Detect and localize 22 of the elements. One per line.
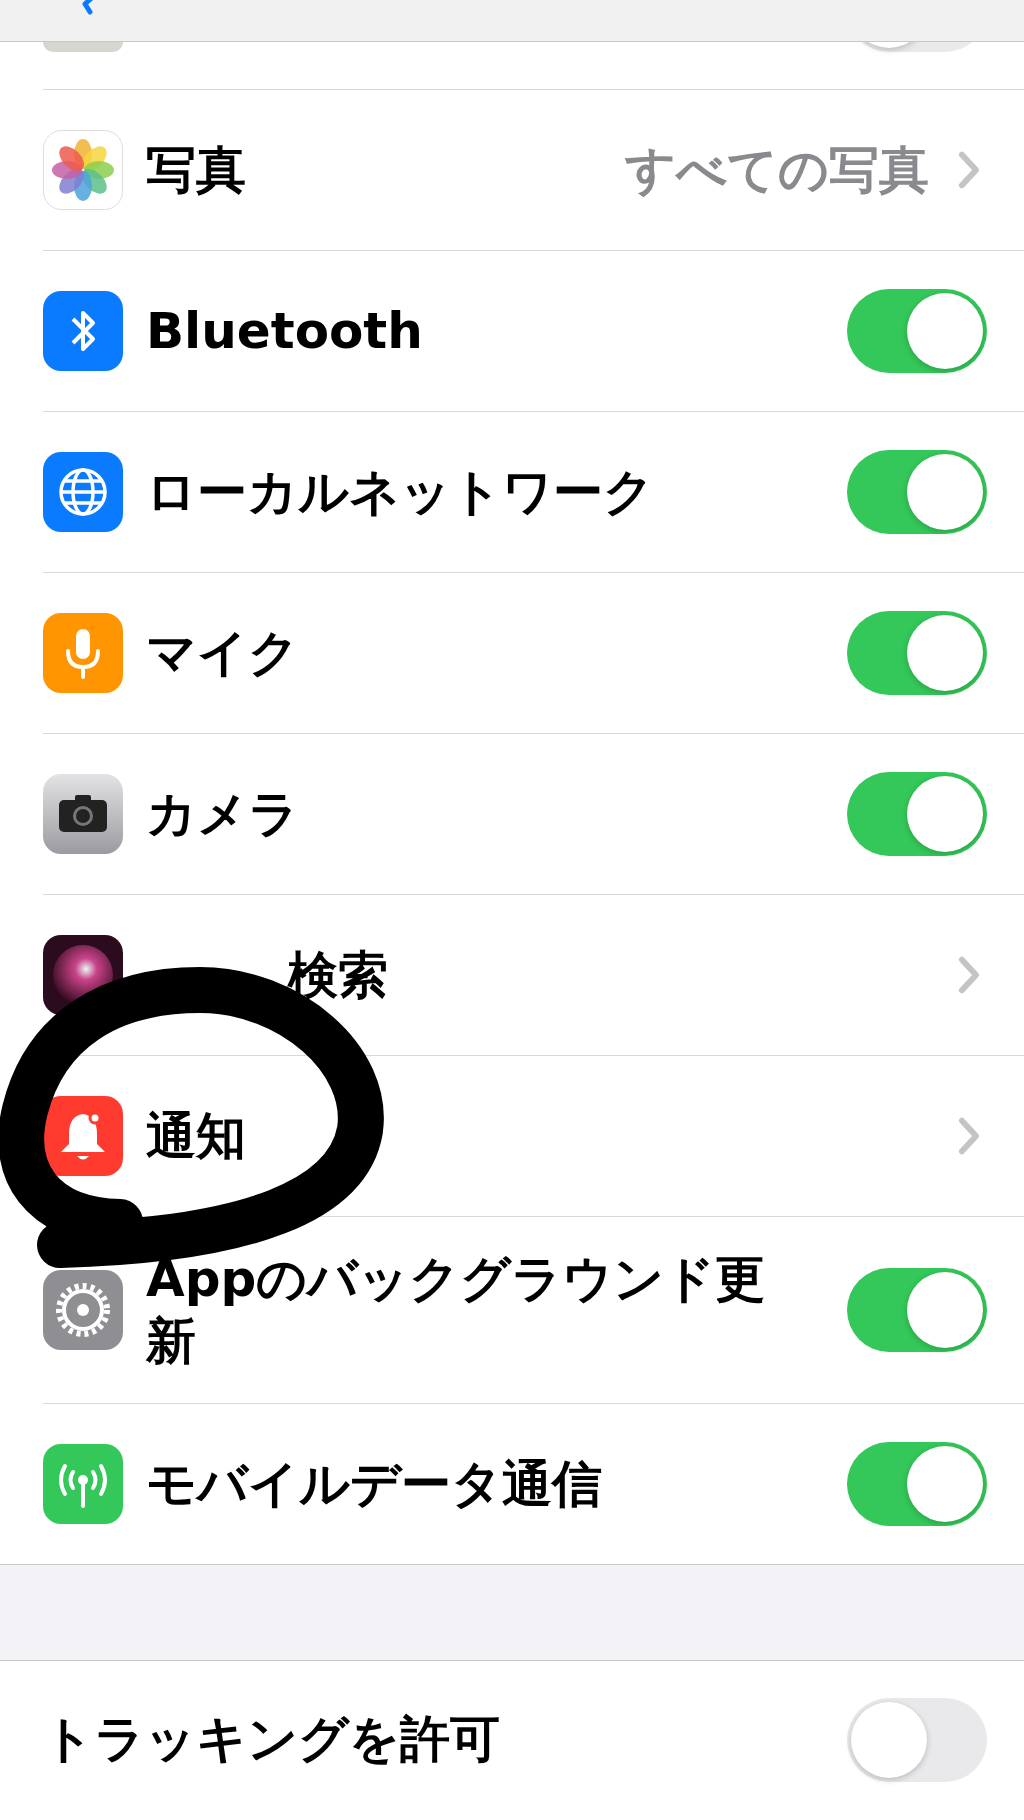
setting-label: 検索 bbox=[288, 944, 389, 1006]
setting-value: すべての写真 bbox=[625, 139, 929, 201]
setting-label: トラッキングを許可 bbox=[43, 1709, 501, 1771]
setting-label: Bluetooth bbox=[146, 300, 424, 362]
setting-label: モバイルデータ通信 bbox=[146, 1453, 603, 1515]
setting-label: カメラ bbox=[146, 783, 300, 845]
gear-icon bbox=[43, 1270, 123, 1350]
bluetooth-icon bbox=[43, 291, 123, 371]
globe-icon bbox=[43, 452, 123, 532]
bell-icon bbox=[43, 1096, 123, 1176]
setting-label: Appのバックグラウンド更新 bbox=[146, 1248, 767, 1372]
setting-label: 通知 bbox=[146, 1105, 247, 1167]
chevron-icon[interactable] bbox=[957, 1116, 981, 1156]
microphone-icon bbox=[43, 613, 123, 693]
photos-icon bbox=[43, 130, 123, 210]
chevron-icon[interactable] bbox=[957, 955, 981, 995]
chevron-icon[interactable] bbox=[957, 150, 981, 190]
antenna-icon bbox=[43, 1444, 123, 1524]
camera-icon bbox=[43, 774, 123, 854]
setting-label: マイク bbox=[146, 622, 300, 684]
setting-label: 写真 bbox=[146, 139, 247, 201]
setting-label: ローカルネットワーク bbox=[146, 461, 655, 523]
